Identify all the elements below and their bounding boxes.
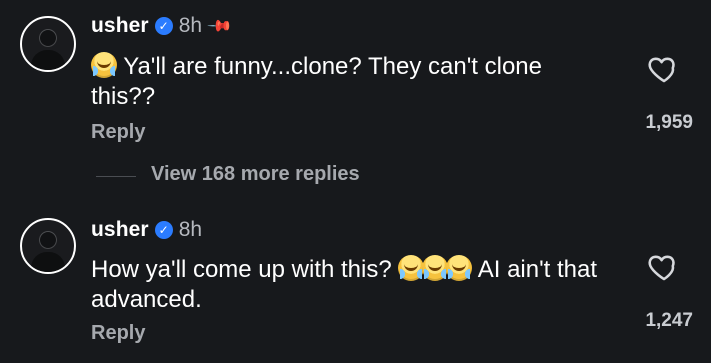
verified-badge-icon: ✓ <box>154 17 173 35</box>
comment-text-body: How ya'll come up with this? <box>91 256 392 283</box>
like-count: 1,959 <box>645 112 693 133</box>
verified-badge-icon: ✓ <box>154 221 173 239</box>
pin-icon: 📌 <box>206 13 233 40</box>
username[interactable]: usher <box>91 218 149 242</box>
view-more-replies[interactable]: View 168 more replies <box>0 160 711 192</box>
heart-icon[interactable] <box>647 52 681 86</box>
face-with-tears-of-joy-icon <box>398 255 425 281</box>
face-with-tears-of-joy-icon <box>422 255 449 281</box>
reply-button[interactable]: Reply <box>91 121 145 144</box>
comment-1: usher ✓ 8h 📌 Ya'll are funny...clone? Th… <box>0 0 711 160</box>
avatar[interactable] <box>20 218 76 274</box>
divider <box>96 176 136 177</box>
like-count: 1,247 <box>645 310 693 331</box>
face-with-tears-of-joy-icon <box>446 255 473 281</box>
like-column: 1,959 <box>629 52 699 134</box>
heart-icon[interactable] <box>647 250 681 284</box>
timestamp: 8h <box>178 218 203 241</box>
avatar[interactable] <box>20 16 76 72</box>
comment-2: usher ✓ 8h How ya'll come up with this? … <box>0 205 711 363</box>
comment-header: usher ✓ 8h 📌 <box>91 13 233 39</box>
comment-text-body: Ya'll are funny...clone? They can't clon… <box>91 53 542 110</box>
face-with-tears-of-joy-icon <box>91 52 117 78</box>
username[interactable]: usher <box>91 14 149 38</box>
comment-header: usher ✓ 8h <box>91 218 202 242</box>
like-column: 1,247 <box>629 250 699 332</box>
reply-button[interactable]: Reply <box>91 322 145 345</box>
comment-text: How ya'll come up with this? AI ain't th… <box>91 255 611 315</box>
comment-text: Ya'll are funny...clone? They can't clon… <box>91 52 611 112</box>
view-more-replies-label[interactable]: View 168 more replies <box>151 163 360 186</box>
timestamp: 8h <box>178 14 203 37</box>
